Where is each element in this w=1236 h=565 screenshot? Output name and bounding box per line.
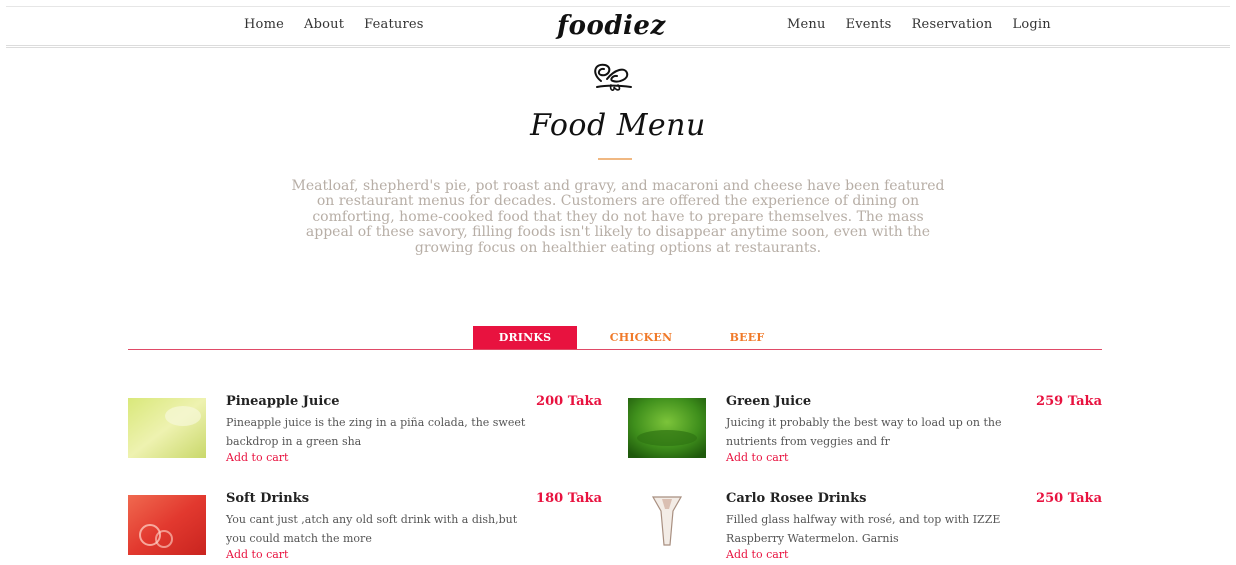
nav-events-link[interactable]: Events	[846, 17, 892, 32]
item-price: 200 Taka	[536, 394, 602, 409]
item-description: Pineapple juice is the zing in a piña co…	[226, 416, 526, 448]
tab-drinks[interactable]: DRINKS	[473, 326, 577, 349]
item-description: Juicing it probably the best way to load…	[726, 416, 1002, 448]
add-to-cart-link[interactable]: Add to cart	[726, 451, 788, 464]
nav-about-link[interactable]: About	[304, 17, 344, 32]
nav-login-link[interactable]: Login	[1013, 17, 1051, 32]
rose-glass-image	[628, 495, 706, 555]
menu-item: Green Juice 259 Taka Juicing it probably…	[628, 394, 1102, 468]
intro-paragraph: Meatloaf, shepherd's pie, pot roast and …	[291, 178, 945, 256]
item-name: Pineapple Juice	[226, 394, 340, 409]
nav-reservation-link[interactable]: Reservation	[912, 17, 993, 32]
item-name: Green Juice	[726, 394, 812, 409]
pineapple-juice-image	[128, 398, 206, 458]
nav-right: Menu Events Reservation Login	[787, 17, 1071, 32]
menu-item: Pineapple Juice 200 Taka Pineapple juice…	[128, 394, 602, 468]
top-navbar: Home About Features foodiez Menu Events …	[6, 6, 1230, 48]
menu-item: Carlo Rosee Drinks 250 Taka Filled glass…	[628, 491, 1102, 565]
title-divider	[598, 158, 632, 160]
item-price: 250 Taka	[1036, 491, 1102, 506]
nav-menu-link[interactable]: Menu	[787, 17, 826, 32]
add-to-cart-link[interactable]: Add to cart	[726, 548, 788, 561]
menu-item: Soft Drinks 180 Taka You cant just ,atch…	[128, 491, 602, 565]
brand-logo[interactable]: foodiez	[557, 11, 666, 41]
green-juice-image	[628, 398, 706, 458]
page-title: Food Menu	[530, 108, 706, 143]
item-price: 259 Taka	[1036, 394, 1102, 409]
soft-drinks-image	[128, 495, 206, 555]
nav-left: Home About Features	[244, 17, 444, 32]
tabs-divider	[128, 349, 1102, 350]
item-description: Filled glass halfway with rosé, and top …	[726, 513, 1001, 545]
flourish-icon	[594, 63, 632, 91]
item-name: Carlo Rosee Drinks	[726, 491, 867, 506]
nav-home-link[interactable]: Home	[244, 17, 284, 32]
item-description: You cant just ,atch any old soft drink w…	[226, 513, 518, 545]
item-name: Soft Drinks	[226, 491, 310, 506]
tab-beef[interactable]: BEEF	[718, 326, 776, 349]
tab-chicken[interactable]: CHICKEN	[598, 326, 684, 349]
add-to-cart-link[interactable]: Add to cart	[226, 451, 288, 464]
add-to-cart-link[interactable]: Add to cart	[226, 548, 288, 561]
item-price: 180 Taka	[536, 491, 602, 506]
nav-features-link[interactable]: Features	[364, 17, 424, 32]
